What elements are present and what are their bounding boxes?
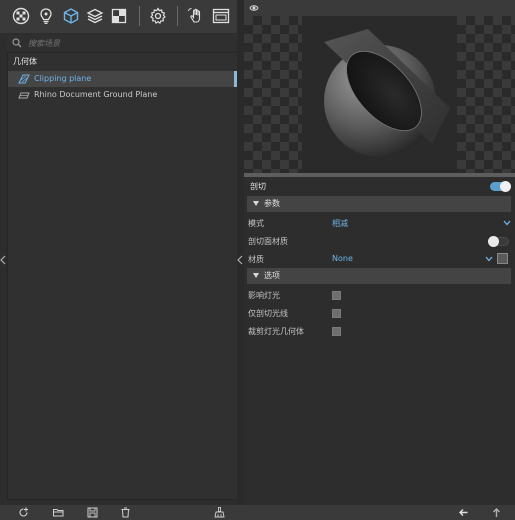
lights-icon[interactable] (36, 6, 56, 26)
chevron-left-icon[interactable] (237, 255, 243, 265)
add-item-icon[interactable] (17, 506, 30, 519)
search-box[interactable] (7, 35, 237, 51)
panel-title: 剖切 (250, 182, 266, 191)
tree-item-label: Clipping plane (34, 74, 92, 83)
option-clip-rays-checkbox[interactable] (332, 309, 341, 318)
display-icon[interactable] (211, 6, 231, 26)
enabled-toggle[interactable] (490, 181, 511, 192)
toolbar-divider (177, 6, 178, 26)
material-label: 材质 (248, 255, 264, 264)
preview-header (244, 0, 515, 16)
tree-group-header: 几何体 (13, 57, 37, 66)
chevron-down-icon[interactable] (485, 256, 493, 262)
tree-item-clipping-plane[interactable]: Clipping plane (8, 71, 238, 87)
geometry-icon[interactable] (61, 6, 81, 26)
search-icon (12, 38, 22, 48)
settings-icon[interactable] (148, 6, 168, 26)
option-affect-lights-checkbox[interactable] (332, 291, 341, 300)
toolbar-divider (139, 6, 140, 26)
render-settings-icon[interactable] (11, 6, 31, 26)
section-options[interactable]: 选项 (247, 268, 511, 284)
delete-icon[interactable] (119, 506, 132, 519)
chevron-down-icon[interactable] (503, 220, 511, 226)
chevron-left-icon[interactable] (0, 255, 6, 265)
option-clip-light-geometry-checkbox[interactable] (332, 327, 341, 336)
fill-toggle[interactable] (488, 236, 509, 247)
environment-icon[interactable] (109, 6, 129, 26)
clipping-plane-icon (18, 74, 30, 84)
tree-item-ground-plane[interactable]: Rhino Document Ground Plane (8, 87, 238, 103)
caret-down-icon (253, 273, 259, 278)
clipped-sphere-preview (324, 29, 450, 157)
material-preview (244, 16, 515, 173)
material-swatch[interactable] (497, 253, 508, 264)
fill-label: 剖切面材质 (248, 237, 288, 246)
scene-toolbar (0, 0, 241, 33)
open-folder-icon[interactable] (52, 506, 65, 519)
bottom-toolbar (0, 505, 515, 520)
option-clip-light-geometry-label: 裁剪灯光几何体 (248, 327, 304, 336)
mode-dropdown[interactable]: 相减 (332, 218, 348, 229)
material-dropdown[interactable]: None (332, 254, 353, 263)
properties-panel: 剖切 参数 模式 相减 剖切面材质 材质 None 选项 影响灯光 仅剖切光线 … (244, 0, 515, 505)
section-parameters[interactable]: 参数 (247, 196, 511, 212)
ground-plane-icon (18, 92, 30, 99)
clipping-properties: 剖切 参数 模式 相减 剖切面材质 材质 None 选项 影响灯光 仅剖切光线 … (244, 177, 515, 505)
up-arrow-icon[interactable] (490, 506, 503, 519)
scene-tree: 几何体 Clipping plane Rhino Document Ground… (7, 52, 239, 500)
cleanup-brush-icon[interactable] (213, 506, 226, 519)
caret-down-icon (253, 201, 259, 206)
mode-label: 模式 (248, 219, 264, 228)
back-arrow-icon[interactable] (457, 506, 470, 519)
tree-item-label: Rhino Document Ground Plane (34, 90, 158, 99)
checker-background (457, 16, 515, 173)
option-clip-rays-label: 仅剖切光线 (248, 309, 288, 318)
option-affect-lights-label: 影响灯光 (248, 291, 280, 300)
search-input[interactable] (28, 38, 218, 48)
checker-background (244, 16, 302, 173)
scene-panel: 几何体 Clipping plane Rhino Document Ground… (0, 0, 241, 505)
layers-icon[interactable] (85, 6, 105, 26)
hand-gesture-icon[interactable] (186, 6, 206, 26)
save-icon[interactable] (86, 506, 99, 519)
eye-icon[interactable] (249, 3, 259, 13)
section-label: 参数 (264, 199, 280, 208)
panel-splitter[interactable] (237, 0, 244, 505)
section-label: 选项 (264, 271, 280, 280)
